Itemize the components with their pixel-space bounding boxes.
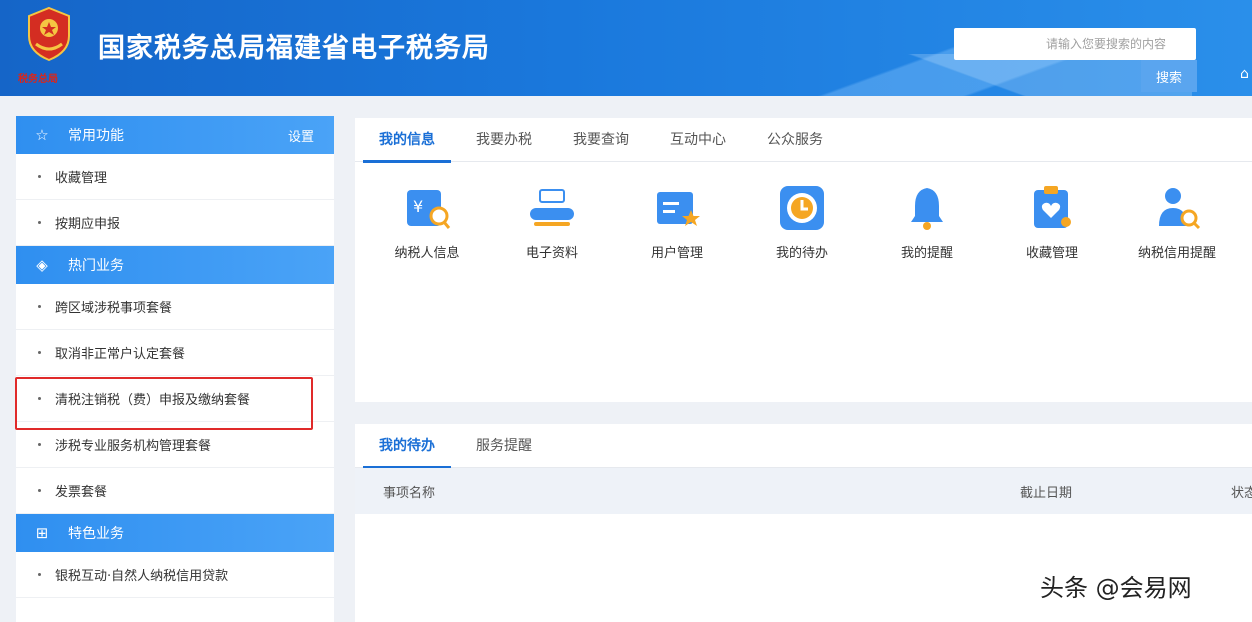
sidebar-item-credit-loan[interactable]: 银税互动·自然人纳税信用贷款 [16,552,334,598]
site-header: 税务总局 国家税务总局福建省电子税务局 搜索 ⌂ [0,0,1252,96]
shortcut-label: 用户管理 [650,246,703,261]
sidebar-item-label: 跨区域涉税事项套餐 [55,301,173,316]
bullet-icon [38,489,41,492]
shortcut-user-management[interactable]: 用户管理 [627,180,727,261]
shortcut-credit-reminder[interactable]: 纳税信用提醒 [1127,180,1227,261]
sidebar-item-favorites[interactable]: 收藏管理 [16,154,334,200]
bell-icon [911,188,943,230]
column-item-name: 事项名称 [383,485,436,501]
tab-my-info[interactable]: 我的信息 [363,118,451,163]
sidebar-item-cancel-abnormal[interactable]: 取消非正常户认定套餐 [16,330,334,376]
tax-emblem-logo[interactable]: 税务总局 [16,6,82,86]
highlight-annotation [15,377,313,430]
shortcut-my-reminders[interactable]: 我的提醒 [877,180,977,261]
todo-clock-icon [780,186,824,230]
tab-do-tax[interactable]: 我要办税 [460,118,548,162]
shortcut-taxpayer-info[interactable]: ¥ 纳税人信息 [377,180,477,261]
credit-reminder-icon [1159,188,1201,230]
settings-link[interactable]: 设置 [288,126,314,145]
taxpayer-info-icon: ¥ [407,190,451,229]
sidebar-item-label: 取消非正常户认定套餐 [55,347,186,362]
sidebar: ☆ 常用功能 设置 收藏管理 按期应申报 ◈ 热门业务 跨区域涉税事项套餐 取消… [16,116,334,622]
shortcut-label: 收藏管理 [1025,246,1078,261]
bullet-icon [38,351,41,354]
sidebar-item-label: 发票套餐 [55,485,108,500]
shortcut-label: 我的待办 [775,246,828,261]
shortcut-label: 纳税人信息 [394,246,460,261]
todo-tabs: 我的待办 服务提醒 [355,424,1252,469]
tab-my-todo[interactable]: 我的待办 [363,424,451,469]
shortcut-label: 电子资料 [525,246,578,261]
tab-query[interactable]: 我要查询 [557,118,645,162]
bullet-icon [38,221,41,224]
tab-service-reminders[interactable]: 服务提醒 [460,424,548,468]
sidebar-item-periodic-filing[interactable]: 按期应申报 [16,200,334,246]
sidebar-item-invoice[interactable]: 发票套餐 [16,468,334,514]
user-management-icon [657,192,700,226]
grid-icon: ⊞ [35,524,49,542]
shortcut-label: 我的提醒 [900,246,953,261]
sidebar-section-featured: ⊞ 特色业务 [16,514,334,552]
emblem-icon [28,6,70,62]
search-button[interactable]: 搜索 [1141,60,1197,92]
shortcut-label: 纳税信用提醒 [1137,246,1216,261]
bullet-icon [38,175,41,178]
sidebar-item-label: 涉税专业服务机构管理套餐 [55,439,212,454]
sidebar-item-label: 收藏管理 [55,171,108,186]
section-title: 特色业务 [68,526,124,542]
bullet-icon [38,443,41,446]
cube-icon: ◈ [36,256,48,274]
column-deadline: 截止日期 [1020,485,1073,501]
sidebar-section-common: ☆ 常用功能 设置 [16,116,334,154]
sidebar-item-label: 银税互动·自然人纳税信用贷款 [55,569,229,584]
electronic-data-icon [530,189,574,226]
todo-table-header: 事项名称 截止日期 状态 [355,468,1252,514]
tab-interaction[interactable]: 互动中心 [654,118,742,162]
sidebar-item-label: 按期应申报 [55,217,121,232]
sidebar-section-hot: ◈ 热门业务 [16,246,334,284]
bullet-icon [38,305,41,308]
tab-public-service[interactable]: 公众服务 [751,118,839,162]
shortcut-favorites[interactable]: 收藏管理 [1002,180,1102,261]
home-icon[interactable]: ⌂ [1240,66,1249,82]
emblem-seal-text: 税务总局 [18,74,58,85]
header-decoration-2 [832,54,1192,96]
bullet-icon [38,573,41,576]
favorites-icon [1034,186,1071,228]
column-status: 状态 [1231,485,1252,501]
shortcut-my-todo[interactable]: 我的待办 [752,180,852,261]
section-title: 常用功能 [68,128,124,144]
watermark: 头条 @会易网 [1040,574,1192,602]
shortcut-grid: ¥ 纳税人信息 电子资料 用户管理 我的待办 我的提醒 收藏管理 纳税信用提醒 [355,162,1252,282]
sidebar-item-cross-region[interactable]: 跨区域涉税事项套餐 [16,284,334,330]
info-tabs: 我的信息 我要办税 我要查询 互动中心 公众服务 [355,118,1252,163]
section-title: 热门业务 [68,258,124,274]
shortcut-electronic-data[interactable]: 电子资料 [502,180,602,261]
svg-text:¥: ¥ [413,197,423,216]
info-panel: 我的信息 我要办税 我要查询 互动中心 公众服务 ¥ 纳税人信息 电子资料 用户… [355,118,1252,402]
site-title: 国家税务总局福建省电子税务局 [98,33,490,64]
star-icon: ☆ [35,126,49,144]
search-input[interactable] [954,28,1196,60]
